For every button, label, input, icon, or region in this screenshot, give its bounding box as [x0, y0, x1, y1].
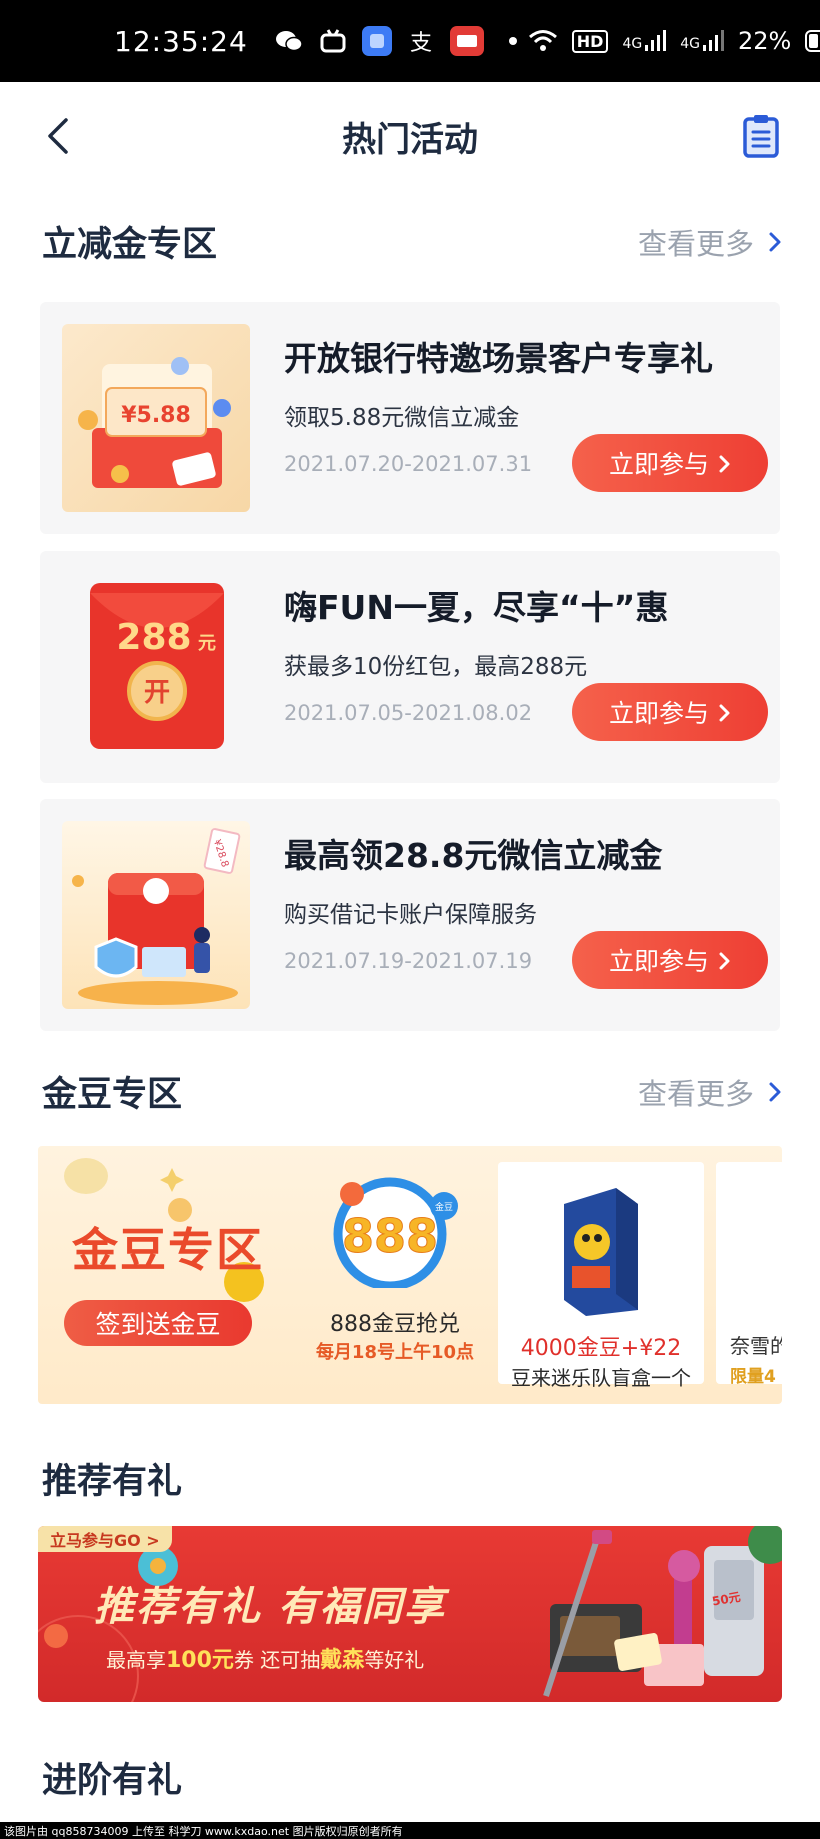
coupon-amount: ¥5.88: [121, 403, 191, 428]
chevron-right-icon: [719, 455, 730, 473]
card-date: 2021.07.05-2021.08.02: [284, 701, 533, 725]
card-subtitle: 购买借记卡账户保障服务: [284, 902, 537, 928]
red-packet-unit: 元: [198, 633, 216, 654]
battery-icon: [805, 30, 820, 52]
section-referral-header: 推荐有礼: [42, 1453, 782, 1504]
system-indicators: HD 4G 4G 22%: [528, 27, 820, 55]
wifi-icon: [528, 30, 557, 51]
card-title: 开放银行特邀场景客户专享礼: [284, 339, 713, 378]
shopping-app-icon: [449, 26, 484, 56]
bean-banner-title: 金豆专区: [72, 1223, 264, 1277]
chevron-right-icon: [719, 704, 730, 722]
section-beans-header: 金豆专区 查看更多: [42, 1066, 782, 1117]
watermark-footer: 该图片由 qq858734009 上传至 科学刀 www.kxdao.net 图…: [0, 1822, 820, 1839]
bean-logo-tag: 金豆: [435, 1201, 453, 1213]
card-date: 2021.07.19-2021.07.19: [284, 949, 533, 973]
activity-thumbnail: 288 元 开: [62, 573, 250, 761]
join-now-tag[interactable]: 立马参与GO >: [38, 1526, 172, 1552]
bean-888-number: 888: [342, 1209, 438, 1263]
app-square-icon: [361, 26, 392, 56]
join-button[interactable]: 立即参与: [572, 931, 768, 989]
back-icon[interactable]: [40, 116, 80, 156]
chevron-right-icon: [769, 232, 781, 251]
product-name: 豆来迷乐队盲盒一个: [511, 1366, 691, 1390]
activity-card[interactable]: ¥28.8 最高领28.8元微信立减金 购买借记卡账户保障服务 2021.07.…: [40, 799, 780, 1031]
section-title: 立减金专区: [42, 225, 218, 265]
battery-percent: 22%: [737, 27, 792, 55]
card-date: 2021.07.20-2021.07.31: [284, 452, 533, 476]
card-title: 最高领28.8元微信立减金: [284, 836, 663, 875]
svg-text:支: 支: [410, 31, 432, 54]
chevron-right-icon: [769, 1082, 781, 1101]
wechat-icon: [274, 26, 304, 56]
signal-icon-2: 4G: [680, 30, 724, 52]
dot-icon: [498, 26, 528, 56]
open-label: 开: [144, 678, 170, 708]
card-title: 嗨FUN一夏，尽享“十”惠: [284, 588, 669, 627]
referral-banner-subtitle: 最高享100元券 还可抽戴森等好礼: [106, 1648, 425, 1673]
bean-product-card[interactable]: 4000金豆+¥22 豆来迷乐队盲盒一个: [498, 1162, 704, 1390]
bean-product-card[interactable]: 奈雪的 限量4: [716, 1162, 782, 1387]
bean-item-label: 888金豆抢兑: [330, 1312, 460, 1337]
hd-icon: HD: [571, 29, 609, 53]
section-title: 金豆专区: [42, 1075, 183, 1115]
view-more-link[interactable]: 查看更多: [638, 221, 782, 263]
activity-thumbnail: ¥5.88: [62, 324, 250, 512]
product-price: 4000金豆+¥22: [520, 1336, 682, 1361]
card-subtitle: 领取5.88元微信立减金: [284, 405, 520, 431]
alipay-icon: 支: [406, 26, 436, 56]
section-advanced-header: 进阶有礼: [42, 1752, 782, 1803]
activity-card[interactable]: 288 元 开 嗨FUN一夏，尽享“十”惠 获最多10份红包，最高288元 20…: [40, 551, 780, 783]
red-packet-amount: 288: [116, 617, 191, 658]
activity-thumbnail: ¥28.8: [62, 821, 250, 1009]
card-subtitle: 获最多10份红包，最高288元: [284, 654, 588, 680]
section-title: 推荐有礼: [42, 1462, 183, 1502]
signal-icon-1: 4G: [622, 30, 667, 52]
bilibili-icon: [318, 26, 348, 56]
referral-banner[interactable]: 50元 立马参与GO > 推荐有礼 有福同享 最高享100元券 还可抽戴森等好礼: [38, 1526, 782, 1702]
view-more-link[interactable]: 查看更多: [638, 1071, 782, 1113]
bean-item-time: 每月18号上午10点: [315, 1342, 475, 1363]
referral-banner-title: 推荐有礼 有福同享: [94, 1584, 446, 1630]
blind-box-image: [564, 1188, 638, 1316]
sign-in-bean-button[interactable]: 签到送金豆: [64, 1300, 252, 1346]
chevron-right-icon: [719, 952, 730, 970]
notification-icons: 支: [274, 26, 528, 56]
product-name: 限量4: [730, 1367, 776, 1387]
bean-888-logo: 888 金豆: [333, 1177, 458, 1288]
join-button[interactable]: 立即参与: [572, 434, 768, 492]
section-title: 进阶有礼: [42, 1761, 183, 1801]
status-time: 12:35:24: [114, 24, 248, 58]
join-button[interactable]: 立即参与: [572, 683, 768, 741]
status-bar: 12:35:24 支 HD 4G 4G 22%: [0, 0, 820, 82]
section-discount-header: 立减金专区 查看更多: [42, 216, 782, 267]
records-list-icon[interactable]: [742, 114, 780, 158]
page-title: 热门活动: [342, 119, 478, 160]
activity-card[interactable]: ¥5.88 开放银行特邀场景客户专享礼 领取5.88元微信立减金 2021.07…: [40, 302, 780, 534]
gold-bean-banner[interactable]: 金豆专区 签到送金豆 888 金豆 888金豆抢兑 每月18号上午10点 400…: [38, 1146, 782, 1404]
nav-bar: 热门活动: [0, 82, 820, 190]
product-price: 奈雪的: [730, 1334, 782, 1358]
